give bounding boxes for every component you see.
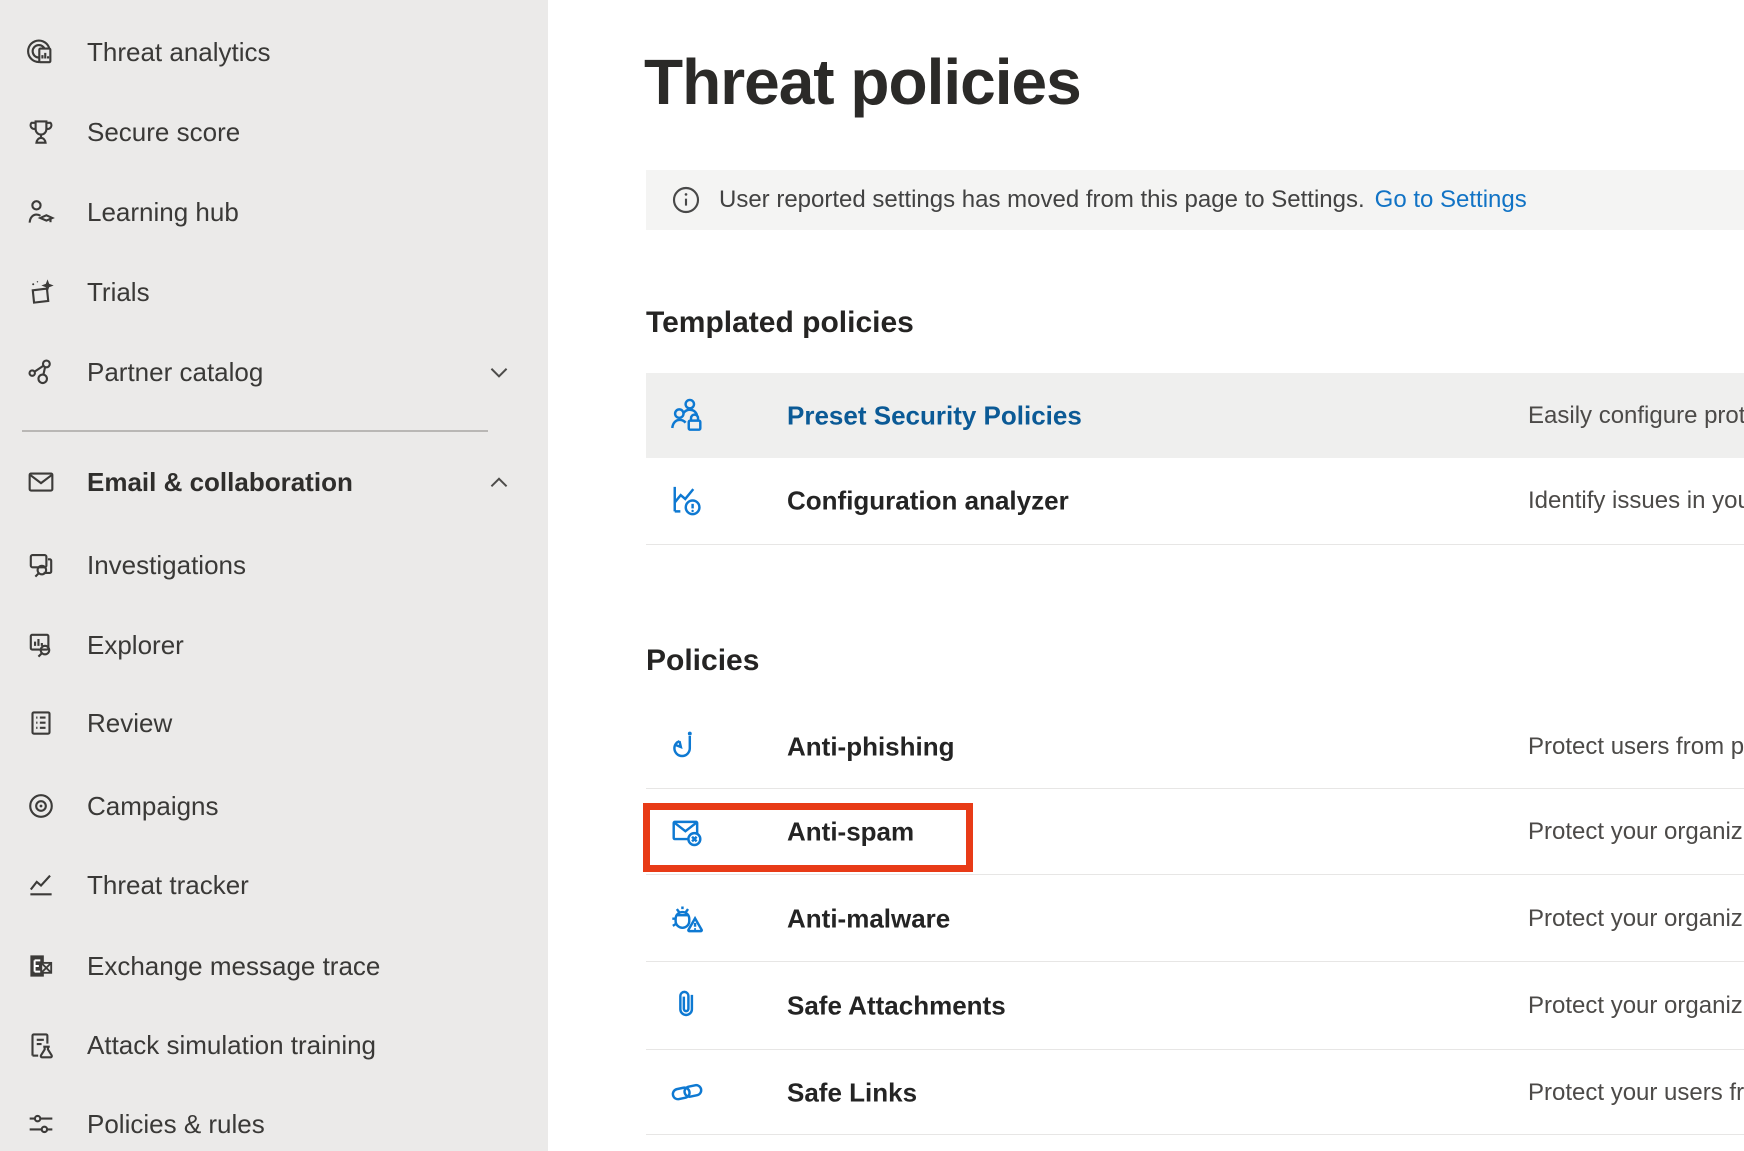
sidebar-item-label: Threat analytics [87, 37, 271, 68]
review-icon [24, 706, 58, 740]
sidebar-item-email-collaboration[interactable]: Email & collaboration [0, 442, 548, 522]
threat-tracker-icon [24, 868, 58, 902]
sidebar-item-learning-hub[interactable]: Learning hub [0, 172, 548, 252]
sidebar: Threat analytics Secure score [0, 0, 548, 1151]
sidebar-item-trials[interactable]: Trials [0, 252, 548, 332]
sidebar-item-label: Partner catalog [87, 357, 263, 388]
info-icon [670, 184, 702, 216]
sidebar-item-label: Secure score [87, 117, 240, 148]
templated-policies-heading: Templated policies [646, 303, 914, 343]
sidebar-item-threat-tracker[interactable]: Threat tracker [0, 845, 548, 925]
sidebar-item-partner-catalog[interactable]: Partner catalog [0, 332, 548, 412]
sidebar-item-threat-analytics[interactable]: Threat analytics [0, 12, 548, 92]
learning-hub-icon [24, 195, 58, 229]
sidebar-item-label: Review [87, 708, 172, 739]
row-description: Protect your organiz [1528, 818, 1744, 846]
chart-alert-icon [666, 479, 710, 523]
threat-analytics-icon [24, 35, 58, 69]
row-label: Safe Links [787, 1077, 917, 1108]
sidebar-item-label: Learning hub [87, 197, 239, 228]
sidebar-item-exchange-message-trace[interactable]: Exchange message trace [0, 926, 548, 1006]
row-anti-spam[interactable]: Anti-spam Protect your organiz [646, 790, 1744, 875]
sidebar-item-investigations[interactable]: Investigations [0, 525, 548, 605]
row-preset-security-policies[interactable]: Preset Security Policies Easily configur… [646, 373, 1744, 458]
row-description: Protect your organiz [1528, 905, 1744, 933]
sidebar-item-label: Attack simulation training [87, 1030, 376, 1061]
row-description: Identify issues in you [1528, 487, 1744, 515]
trials-icon [24, 275, 58, 309]
sidebar-item-label: Campaigns [87, 791, 219, 822]
bug-warning-icon [666, 897, 710, 941]
row-description: Protect your organiz [1528, 992, 1744, 1020]
people-lock-icon [666, 394, 710, 438]
sidebar-item-label: Explorer [87, 630, 184, 661]
row-label: Anti-phishing [787, 731, 955, 762]
sidebar-item-label: Email & collaboration [87, 467, 353, 498]
campaigns-icon [24, 789, 58, 823]
sidebar-item-attack-simulation-training[interactable]: Attack simulation training [0, 1005, 548, 1085]
sidebar-item-policies-rules[interactable]: Policies & rules [0, 1084, 548, 1151]
main-content: Threat policies User reported settings h… [548, 0, 1744, 1151]
sidebar-item-label: Exchange message trace [87, 951, 380, 982]
fish-hook-icon [666, 725, 710, 769]
envelope-block-icon [666, 810, 710, 854]
mail-icon [24, 465, 58, 499]
page-title: Threat policies [644, 42, 1081, 122]
row-label: Anti-spam [787, 817, 914, 848]
row-safe-links[interactable]: Safe Links Protect your users fr [646, 1051, 1744, 1135]
row-description: Protect your users fr [1528, 1079, 1744, 1107]
row-label: Safe Attachments [787, 991, 1006, 1022]
sidebar-item-label: Policies & rules [87, 1109, 265, 1140]
attack-simulation-icon [24, 1028, 58, 1062]
sidebar-item-label: Threat tracker [87, 870, 249, 901]
info-banner: User reported settings has moved from th… [646, 170, 1744, 230]
row-anti-phishing[interactable]: Anti-phishing Protect users from p [646, 705, 1744, 789]
sidebar-item-campaigns[interactable]: Campaigns [0, 766, 548, 846]
sidebar-item-label: Investigations [87, 550, 246, 581]
sidebar-item-label: Trials [87, 277, 150, 308]
row-label: Preset Security Policies [787, 400, 1082, 431]
row-description: Protect users from p [1528, 733, 1744, 761]
row-label: Anti-malware [787, 903, 950, 934]
paperclip-icon [666, 984, 710, 1028]
trophy-icon [24, 115, 58, 149]
row-configuration-analyzer[interactable]: Configuration analyzer Identify issues i… [646, 458, 1744, 545]
defender-portal-screen: Threat analytics Secure score [0, 0, 1744, 1151]
chain-links-icon [666, 1071, 710, 1115]
row-description: Easily configure prot [1528, 402, 1744, 430]
chevron-down-icon[interactable] [486, 359, 512, 385]
go-to-settings-link[interactable]: Go to Settings [1375, 186, 1527, 214]
explorer-icon [24, 628, 58, 662]
row-safe-attachments[interactable]: Safe Attachments Protect your organiz [646, 963, 1744, 1050]
sidebar-item-explorer[interactable]: Explorer [0, 605, 548, 685]
row-label: Configuration analyzer [787, 486, 1069, 517]
sidebar-divider [22, 430, 488, 432]
exchange-icon [24, 949, 58, 983]
sidebar-item-review[interactable]: Review [0, 683, 548, 763]
policies-rules-icon [24, 1107, 58, 1141]
chevron-up-icon[interactable] [486, 469, 512, 495]
partner-catalog-icon [24, 355, 58, 389]
policies-heading: Policies [646, 641, 759, 681]
banner-text: User reported settings has moved from th… [719, 186, 1365, 214]
investigations-icon [24, 548, 58, 582]
sidebar-item-secure-score[interactable]: Secure score [0, 92, 548, 172]
row-anti-malware[interactable]: Anti-malware Protect your organiz [646, 876, 1744, 962]
